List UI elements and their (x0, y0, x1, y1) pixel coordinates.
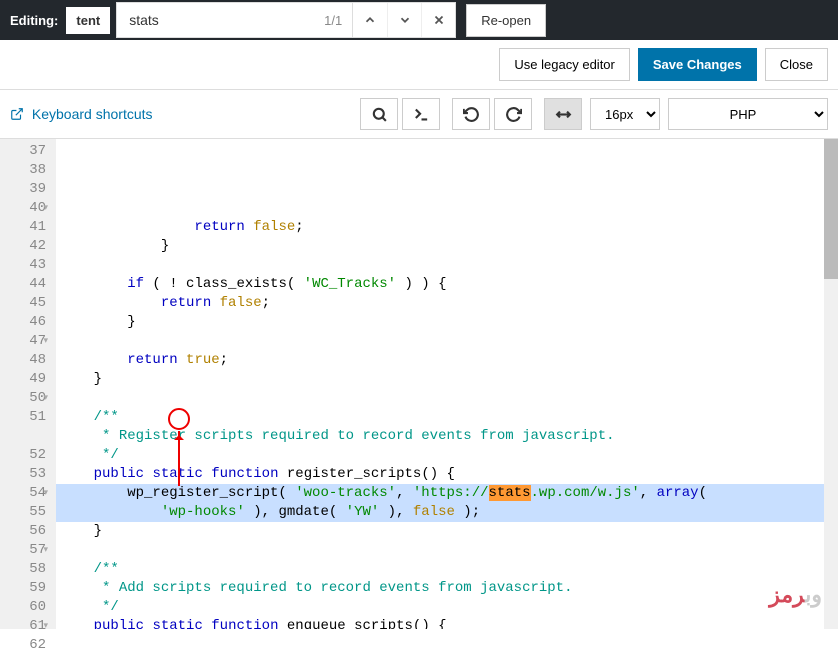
keyboard-shortcuts-link[interactable]: Keyboard shortcuts (10, 106, 153, 122)
search-next-icon[interactable] (387, 3, 421, 37)
keyboard-shortcuts-label: Keyboard shortcuts (32, 106, 153, 122)
annotation-arrow (178, 431, 180, 486)
search-close-icon[interactable] (421, 3, 455, 37)
redo-button[interactable] (494, 98, 532, 130)
search-button[interactable] (360, 98, 398, 130)
font-size-select[interactable]: 16px (590, 98, 660, 130)
undo-button[interactable] (452, 98, 490, 130)
filename-tab: tent (66, 7, 110, 34)
close-button[interactable]: Close (765, 48, 828, 81)
code-area[interactable]: return false; } if ( ! class_exists( 'WC… (56, 139, 838, 629)
terminal-button[interactable] (402, 98, 440, 130)
search-icon (371, 106, 388, 123)
legacy-editor-button[interactable]: Use legacy editor (499, 48, 629, 81)
search-count: 1/1 (314, 13, 352, 28)
external-link-icon (10, 107, 24, 121)
search-prev-icon[interactable] (353, 3, 387, 37)
vertical-scrollbar[interactable] (824, 139, 838, 629)
redo-icon (505, 106, 522, 123)
wrap-button[interactable] (544, 98, 582, 130)
scrollbar-thumb[interactable] (824, 139, 838, 279)
search-input[interactable] (129, 12, 302, 28)
save-button[interactable]: Save Changes (638, 48, 757, 81)
terminal-icon (413, 106, 430, 123)
line-gutter: 3738394041424344454647484950515253545556… (0, 139, 56, 629)
language-select[interactable]: PHP (668, 98, 828, 130)
undo-icon (463, 106, 480, 123)
wrap-icon (555, 106, 572, 123)
search-widget: 1/1 (116, 2, 456, 38)
reopen-button[interactable]: Re-open (466, 4, 546, 37)
annotation-circle (168, 408, 190, 430)
editing-label: Editing: (10, 13, 58, 28)
